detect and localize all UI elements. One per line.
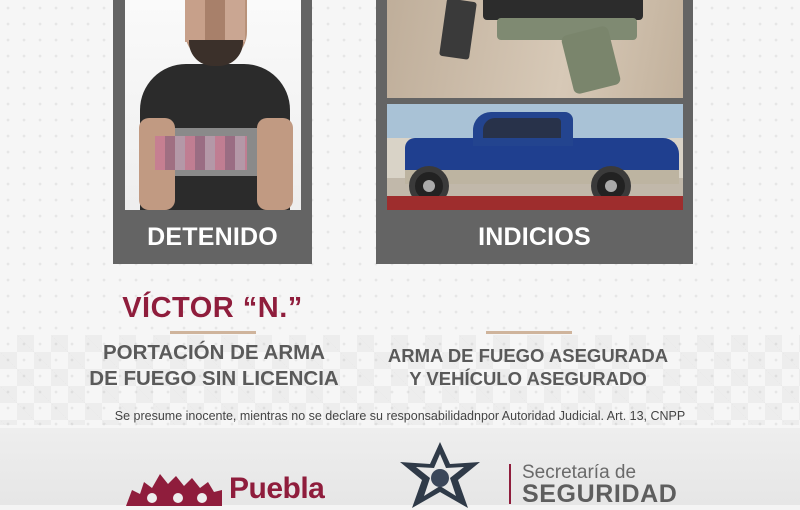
detained-label: DETENIDO: [147, 223, 278, 251]
evidence-text: ARMA DE FUEGO ASEGURADA Y VEHÍCULO ASEGU…: [370, 344, 686, 390]
divider-rule-left: [170, 331, 256, 334]
puebla-logo-text: Puebla: [229, 472, 325, 505]
detainee-beard: [189, 40, 243, 66]
tow-trailer: [387, 196, 683, 210]
footer-divider: [509, 464, 511, 504]
detainee-name: VÍCTOR “N.”: [122, 292, 303, 324]
truck-window: [483, 118, 561, 138]
face-pixelation: [185, 0, 245, 42]
charge-line-2: DE FUEGO SIN LICENCIA: [89, 367, 339, 390]
police-star-badge-icon: [400, 442, 480, 508]
charge-text: PORTACIÓN DE ARMA DE FUEGO SIN LICENCIA: [64, 340, 364, 392]
puebla-emblem-icon: [126, 474, 222, 506]
detainee-photo: [125, 0, 301, 210]
detained-card: DETENIDO: [113, 0, 312, 264]
evidence-line-1: ARMA DE FUEGO ASEGURADA: [387, 345, 669, 366]
evidence-line-2: Y VEHÍCULO ASEGURADO: [409, 368, 647, 389]
truck-photo: [387, 104, 683, 210]
censor-blur: [155, 136, 247, 170]
magazine: [439, 0, 477, 60]
footer: Puebla Secretaría de SEGURIDAD: [0, 428, 800, 508]
firearm-photo: [387, 0, 683, 98]
evidence-label: INDICIOS: [478, 223, 591, 251]
evidence-card: INDICIOS: [376, 0, 693, 264]
charge-line-1: PORTACIÓN DE ARMA: [102, 341, 326, 364]
pistol-slide: [483, 0, 643, 20]
right-arm: [257, 118, 293, 210]
legal-disclaimer: Se presume inocente, mientras no se decl…: [114, 409, 686, 423]
divider-rule-right: [486, 331, 572, 334]
